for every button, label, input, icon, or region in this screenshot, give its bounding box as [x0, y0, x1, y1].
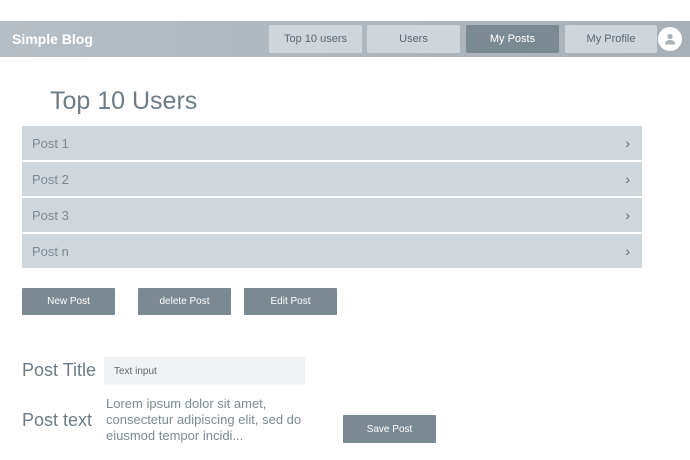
brand-title[interactable]: Simple Blog	[12, 31, 93, 47]
chevron-right-icon: ›	[625, 243, 630, 259]
post-label: Post 1	[32, 135, 69, 151]
chevron-right-icon: ›	[625, 207, 630, 223]
top-navigation-bar: Simple Blog Top 10 users Users My Posts …	[0, 21, 690, 57]
nav-my-posts[interactable]: My Posts	[466, 25, 559, 53]
chevron-right-icon: ›	[625, 171, 630, 187]
post-list-item[interactable]: Post 2 ›	[22, 162, 642, 196]
new-post-button[interactable]: New Post	[22, 288, 115, 315]
save-post-button[interactable]: Save Post	[343, 415, 436, 443]
post-title-input[interactable]	[104, 357, 305, 385]
user-icon	[665, 33, 675, 45]
post-label: Post 2	[32, 171, 69, 187]
post-label: Post 3	[32, 207, 69, 223]
post-list-item[interactable]: Post n ›	[22, 234, 642, 268]
post-list-item[interactable]: Post 1 ›	[22, 126, 642, 160]
delete-post-button[interactable]: delete Post	[138, 288, 231, 315]
post-list-item[interactable]: Post 3 ›	[22, 198, 642, 232]
edit-post-button[interactable]: Edit Post	[244, 288, 337, 315]
nav-top-10-users[interactable]: Top 10 users	[269, 25, 362, 53]
avatar[interactable]	[658, 27, 682, 51]
post-text-label: Post text	[22, 410, 93, 430]
post-label: Post n	[32, 243, 69, 259]
nav-users[interactable]: Users	[367, 25, 460, 53]
post-title-label: Post Title	[22, 360, 97, 380]
post-text-field[interactable]: Lorem ipsum dolor sit amet, consectetur …	[106, 396, 316, 448]
nav-my-profile[interactable]: My Profile	[565, 25, 657, 53]
chevron-right-icon: ›	[625, 135, 630, 151]
page-title: Top 10 Users	[50, 87, 198, 115]
